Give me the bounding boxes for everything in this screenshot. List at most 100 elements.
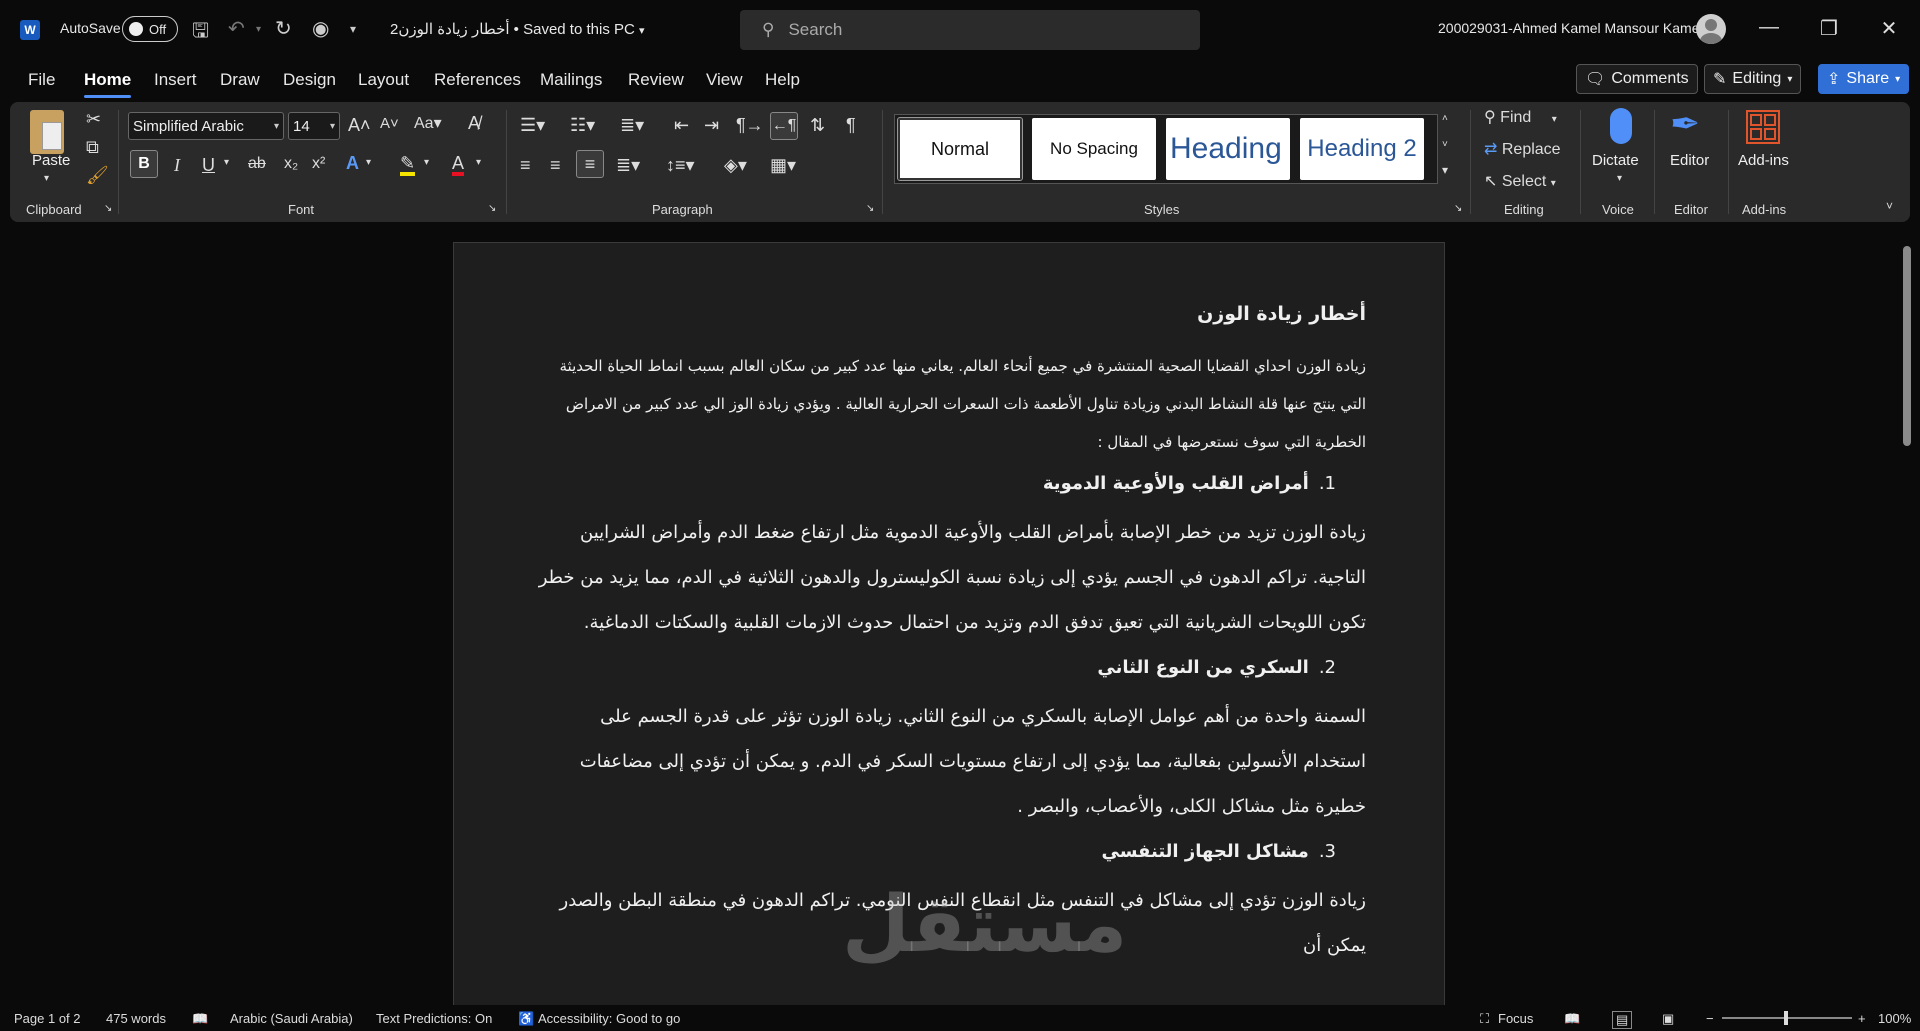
addins-label[interactable]: Add-ins — [1738, 152, 1789, 169]
copy-icon[interactable]: ⧉ — [86, 138, 99, 156]
chevron-down-icon[interactable]: ▾ — [1617, 174, 1622, 184]
show-marks-icon[interactable]: ¶ — [846, 116, 856, 134]
search-box[interactable]: ⚲ Search — [740, 10, 1200, 50]
text-effects-icon[interactable]: A — [346, 154, 359, 172]
shading-icon[interactable]: ◈▾ — [724, 156, 747, 174]
borders-icon[interactable]: ▦▾ — [770, 156, 796, 174]
undo-dropdown-icon[interactable]: ▾ — [256, 24, 261, 35]
find-button[interactable]: ⚲ Find ▾ — [1484, 110, 1557, 126]
format-painter-icon[interactable]: 🖌 — [86, 166, 109, 184]
restore-icon[interactable]: ❐ — [1814, 16, 1844, 41]
scroll-up-icon[interactable]: ˄ — [1442, 114, 1448, 124]
customize-toolbar-icon[interactable]: ▾ — [350, 22, 356, 36]
rtl-icon[interactable]: ←¶ — [770, 112, 798, 140]
grow-font-icon[interactable]: A˄ — [348, 116, 371, 134]
chevron-down-icon[interactable]: ▾ — [424, 158, 429, 168]
tab-view[interactable]: View — [706, 70, 743, 90]
zoom-in-icon[interactable]: + — [1858, 1011, 1866, 1026]
zoom-slider[interactable] — [1722, 1011, 1852, 1025]
more-styles-icon[interactable]: ▾ — [1442, 164, 1448, 176]
proofing-icon[interactable]: 📖 — [192, 1011, 208, 1027]
style-no-spacing[interactable]: No Spacing — [1032, 118, 1156, 180]
page-count[interactable]: Page 1 of 2 — [14, 1011, 81, 1026]
bold-icon[interactable]: B — [130, 150, 158, 178]
print-layout-icon[interactable]: ▤ — [1612, 1011, 1633, 1029]
avatar[interactable] — [1696, 14, 1726, 44]
minimize-icon[interactable]: — — [1754, 16, 1784, 39]
web-layout-icon[interactable]: ▣ — [1662, 1011, 1674, 1027]
style-heading-2[interactable]: Heading 2 — [1300, 118, 1424, 180]
chevron-down-icon[interactable]: ▾ — [366, 158, 371, 168]
focus-label[interactable]: Focus — [1498, 1011, 1533, 1026]
comments-button[interactable]: 🗨 Comments — [1576, 64, 1698, 94]
vertical-scrollbar[interactable] — [1900, 232, 1912, 1000]
change-case-icon[interactable]: Aa▾ — [414, 116, 442, 132]
collapse-ribbon-icon[interactable]: ˅ — [1886, 200, 1893, 212]
multilevel-list-icon[interactable]: ≣▾ — [620, 116, 644, 134]
chevron-down-icon[interactable]: ▾ — [224, 158, 229, 168]
share-button[interactable]: ⇪ Share ▾ — [1818, 64, 1910, 94]
accessibility-status[interactable]: Accessibility: Good to go — [538, 1011, 680, 1026]
chevron-down-icon[interactable]: ▾ — [44, 174, 49, 184]
style-heading-1[interactable]: Heading 1 — [1166, 118, 1290, 180]
font-color-icon[interactable]: A — [452, 154, 465, 176]
dialog-launcher-icon[interactable]: ↘ — [488, 204, 496, 214]
redo-icon[interactable]: ↻ — [275, 16, 292, 41]
zoom-out-icon[interactable]: − — [1706, 1011, 1714, 1026]
read-mode-icon[interactable]: 📖 — [1564, 1011, 1580, 1027]
tab-layout[interactable]: Layout — [358, 70, 409, 90]
strikethrough-icon[interactable]: ab — [248, 156, 266, 172]
superscript-icon[interactable]: x² — [312, 156, 325, 172]
highlight-icon[interactable]: ✎ — [400, 154, 416, 176]
tab-insert[interactable]: Insert — [154, 70, 197, 90]
font-size-field[interactable]: 14 ▾ — [288, 112, 340, 140]
accessibility-icon[interactable]: ♿ — [518, 1011, 534, 1027]
replace-button[interactable]: ⇄ Replace — [1484, 142, 1561, 158]
text-predictions[interactable]: Text Predictions: On — [376, 1011, 492, 1026]
align-right-icon[interactable]: ≡ — [576, 150, 604, 178]
language[interactable]: Arabic (Saudi Arabia) — [230, 1011, 353, 1026]
tab-help[interactable]: Help — [765, 70, 800, 90]
font-name-field[interactable]: Simplified Arabic ▾ — [128, 112, 284, 140]
numbering-icon[interactable]: ☷▾ — [570, 116, 595, 134]
shrink-font-icon[interactable]: A˅ — [380, 116, 399, 131]
document-title[interactable]: أخطار زيادة الوزن2 • Saved to this PC ▾ — [390, 20, 645, 38]
tab-mailings[interactable]: Mailings — [540, 70, 602, 90]
style-normal[interactable]: Normal — [897, 117, 1023, 181]
scroll-down-icon[interactable]: ˅ — [1442, 140, 1448, 150]
scrollbar-thumb[interactable] — [1903, 246, 1911, 446]
tab-design[interactable]: Design — [283, 70, 336, 90]
addins-icon[interactable] — [1746, 110, 1780, 144]
zoom-slider-thumb[interactable] — [1784, 1011, 1788, 1025]
close-icon[interactable]: ✕ — [1874, 16, 1904, 41]
cut-icon[interactable]: ✂ — [86, 110, 101, 128]
dictate-label[interactable]: Dictate — [1592, 152, 1639, 169]
paste-icon[interactable] — [30, 110, 64, 154]
increase-indent-icon[interactable]: ⇥ — [704, 116, 719, 134]
focus-icon[interactable]: ⛶ — [1480, 1011, 1489, 1027]
underline-icon[interactable]: U — [202, 156, 215, 174]
sort-icon[interactable]: ⇅ — [810, 116, 825, 134]
autosave-toggle[interactable]: Off — [122, 16, 178, 42]
ltr-icon[interactable]: ¶→ — [736, 116, 764, 134]
clear-formatting-icon[interactable]: A̸ — [468, 114, 480, 132]
zoom-level[interactable]: 100% — [1878, 1011, 1911, 1026]
editor-icon[interactable]: ✒ — [1670, 106, 1700, 142]
chevron-down-icon[interactable]: ▾ — [476, 158, 481, 168]
save-icon[interactable]: 🖫 — [192, 16, 209, 50]
editor-label[interactable]: Editor — [1670, 152, 1709, 169]
justify-icon[interactable]: ≣▾ — [616, 156, 640, 174]
dialog-launcher-icon[interactable]: ↘ — [866, 204, 874, 214]
tab-references[interactable]: References — [434, 70, 521, 90]
decrease-indent-icon[interactable]: ⇤ — [674, 116, 689, 134]
record-icon[interactable]: ◉ — [312, 16, 329, 41]
line-spacing-icon[interactable]: ↕≡▾ — [666, 156, 695, 174]
bullets-icon[interactable]: ☰▾ — [520, 116, 545, 134]
document-body[interactable]: أخطار زيادة الوزن زيادة الوزن احداي القض… — [534, 303, 1366, 980]
microphone-icon[interactable] — [1610, 108, 1632, 144]
tab-home[interactable]: Home — [84, 70, 132, 98]
paste-label[interactable]: Paste — [32, 152, 70, 169]
align-left-icon[interactable]: ≡ — [520, 156, 531, 174]
word-count[interactable]: 475 words — [106, 1011, 166, 1026]
select-button[interactable]: ↖ Select ▾ — [1484, 174, 1556, 190]
